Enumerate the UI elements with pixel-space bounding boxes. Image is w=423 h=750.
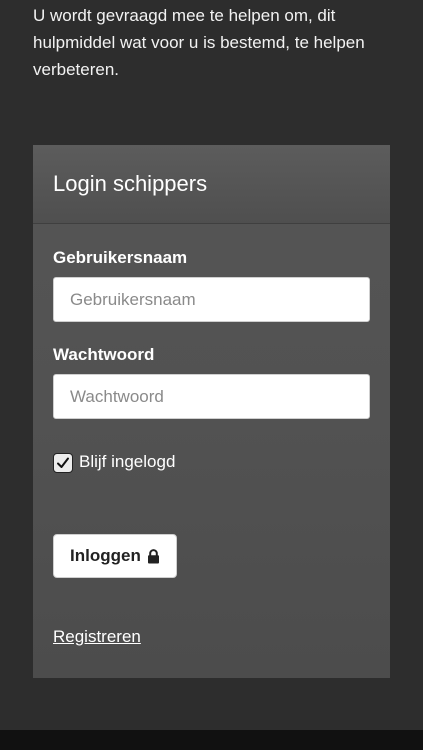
- card-header: Login schippers: [33, 145, 390, 224]
- card-title: Login schippers: [53, 171, 208, 196]
- login-button[interactable]: Inloggen: [53, 534, 177, 578]
- checkmark-icon: [57, 457, 69, 468]
- bottom-bar: [0, 730, 423, 750]
- password-input[interactable]: [53, 374, 370, 419]
- username-input[interactable]: [53, 277, 370, 322]
- username-label: Gebruikersnaam: [53, 248, 188, 267]
- remember-label: Blijf ingelogd: [79, 452, 176, 471]
- password-label: Wachtwoord: [53, 345, 155, 364]
- intro-text: U wordt gevraagd mee te helpen om, dit h…: [33, 6, 365, 79]
- login-card: Login schippers Gebruikersnaam Wachtwoor…: [33, 145, 390, 678]
- remember-checkbox[interactable]: [53, 453, 73, 473]
- lock-icon: [147, 548, 160, 564]
- login-button-label: Inloggen: [70, 546, 141, 565]
- login-page: U wordt gevraagd mee te helpen om, dit h…: [0, 0, 423, 750]
- remember-me[interactable]: Blijf ingelogd: [53, 451, 175, 473]
- register-link[interactable]: Registreren: [53, 627, 141, 647]
